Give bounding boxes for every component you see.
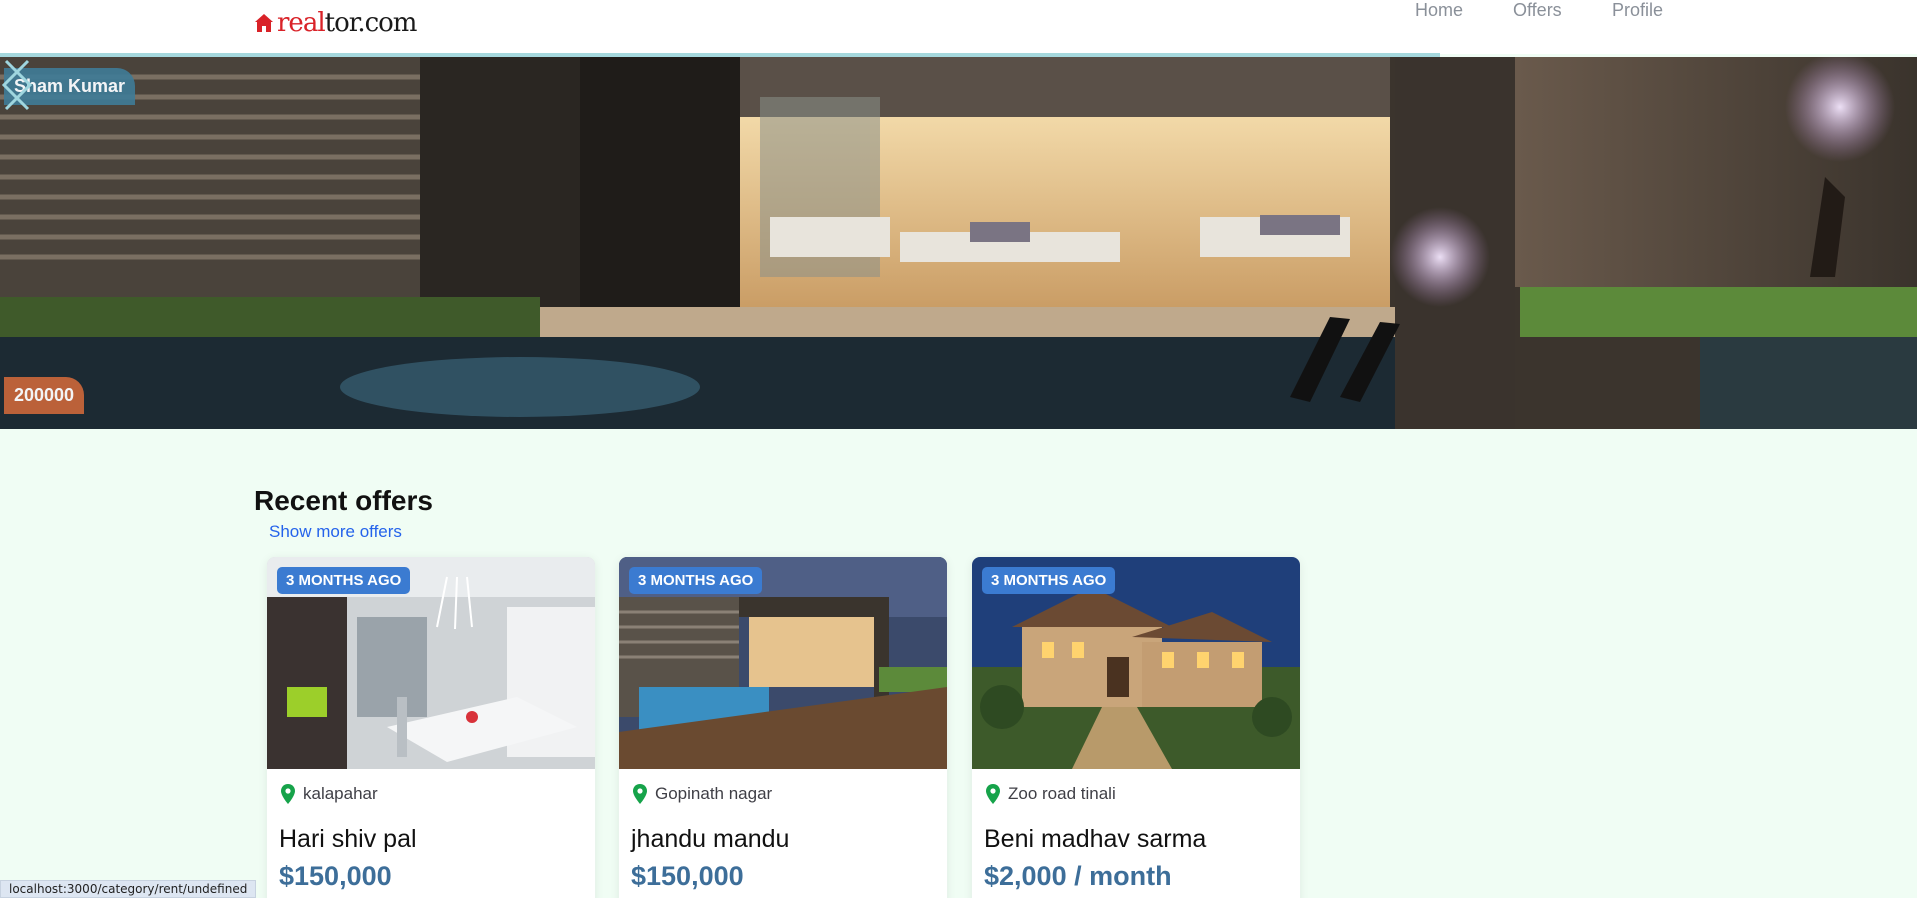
top-navbar: realtor.com Home Offers Profile — [0, 0, 1917, 54]
map-pin-icon — [281, 784, 295, 804]
house-icon — [255, 14, 273, 32]
location-text: Zoo road tinali — [1008, 784, 1116, 803]
realtor-logo[interactable]: realtor.com — [254, 8, 417, 38]
logo-text: realtor.com — [277, 8, 417, 38]
card-price: $150,000 — [279, 861, 392, 891]
card-title: Beni madhav sarma — [984, 825, 1207, 853]
time-badge: 3 MONTHS AGO — [629, 567, 763, 594]
card-location: Zoo road tinali — [986, 784, 1116, 804]
section-title: Recent offers — [254, 485, 433, 516]
nav-offers[interactable]: Offers — [1513, 0, 1562, 21]
nav-profile[interactable]: Profile — [1612, 0, 1663, 21]
card-price: $150,000 — [631, 861, 744, 891]
offer-card[interactable]: 3 MONTHS AGO Gopinath nagar jhandu mandu… — [619, 557, 947, 898]
card-location: Gopinath nagar — [633, 784, 772, 804]
hero-price-tag: 200000 — [4, 377, 85, 414]
offer-card[interactable]: 3 MONTHS AGO kalapahar Hari shiv pal $15… — [267, 557, 595, 898]
map-pin-icon — [633, 784, 647, 804]
time-badge: 3 MONTHS AGO — [982, 567, 1116, 594]
map-pin-icon — [986, 784, 1000, 804]
card-location: kalapahar — [281, 784, 378, 804]
location-text: kalapahar — [303, 784, 378, 803]
location-text: Gopinath nagar — [655, 784, 773, 803]
offer-card[interactable]: 3 MONTHS AGO Zoo road tinali Beni madhav… — [972, 557, 1300, 898]
card-title: jhandu mandu — [631, 825, 790, 853]
time-badge: 3 MONTHS AGO — [277, 567, 411, 594]
show-more-offers-link[interactable]: Show more offers — [269, 522, 402, 542]
browser-status-url: localhost:3000/category/rent/undefined — [0, 880, 257, 898]
nav-home[interactable]: Home — [1415, 0, 1463, 21]
card-price: $2,000 / month — [984, 861, 1172, 891]
card-title: Hari shiv pal — [279, 825, 417, 853]
chevron-right-icon[interactable] — [0, 57, 34, 113]
hero-image — [0, 57, 1917, 429]
hero-slider[interactable]: Sham Kumar 200000 — [0, 57, 1917, 429]
